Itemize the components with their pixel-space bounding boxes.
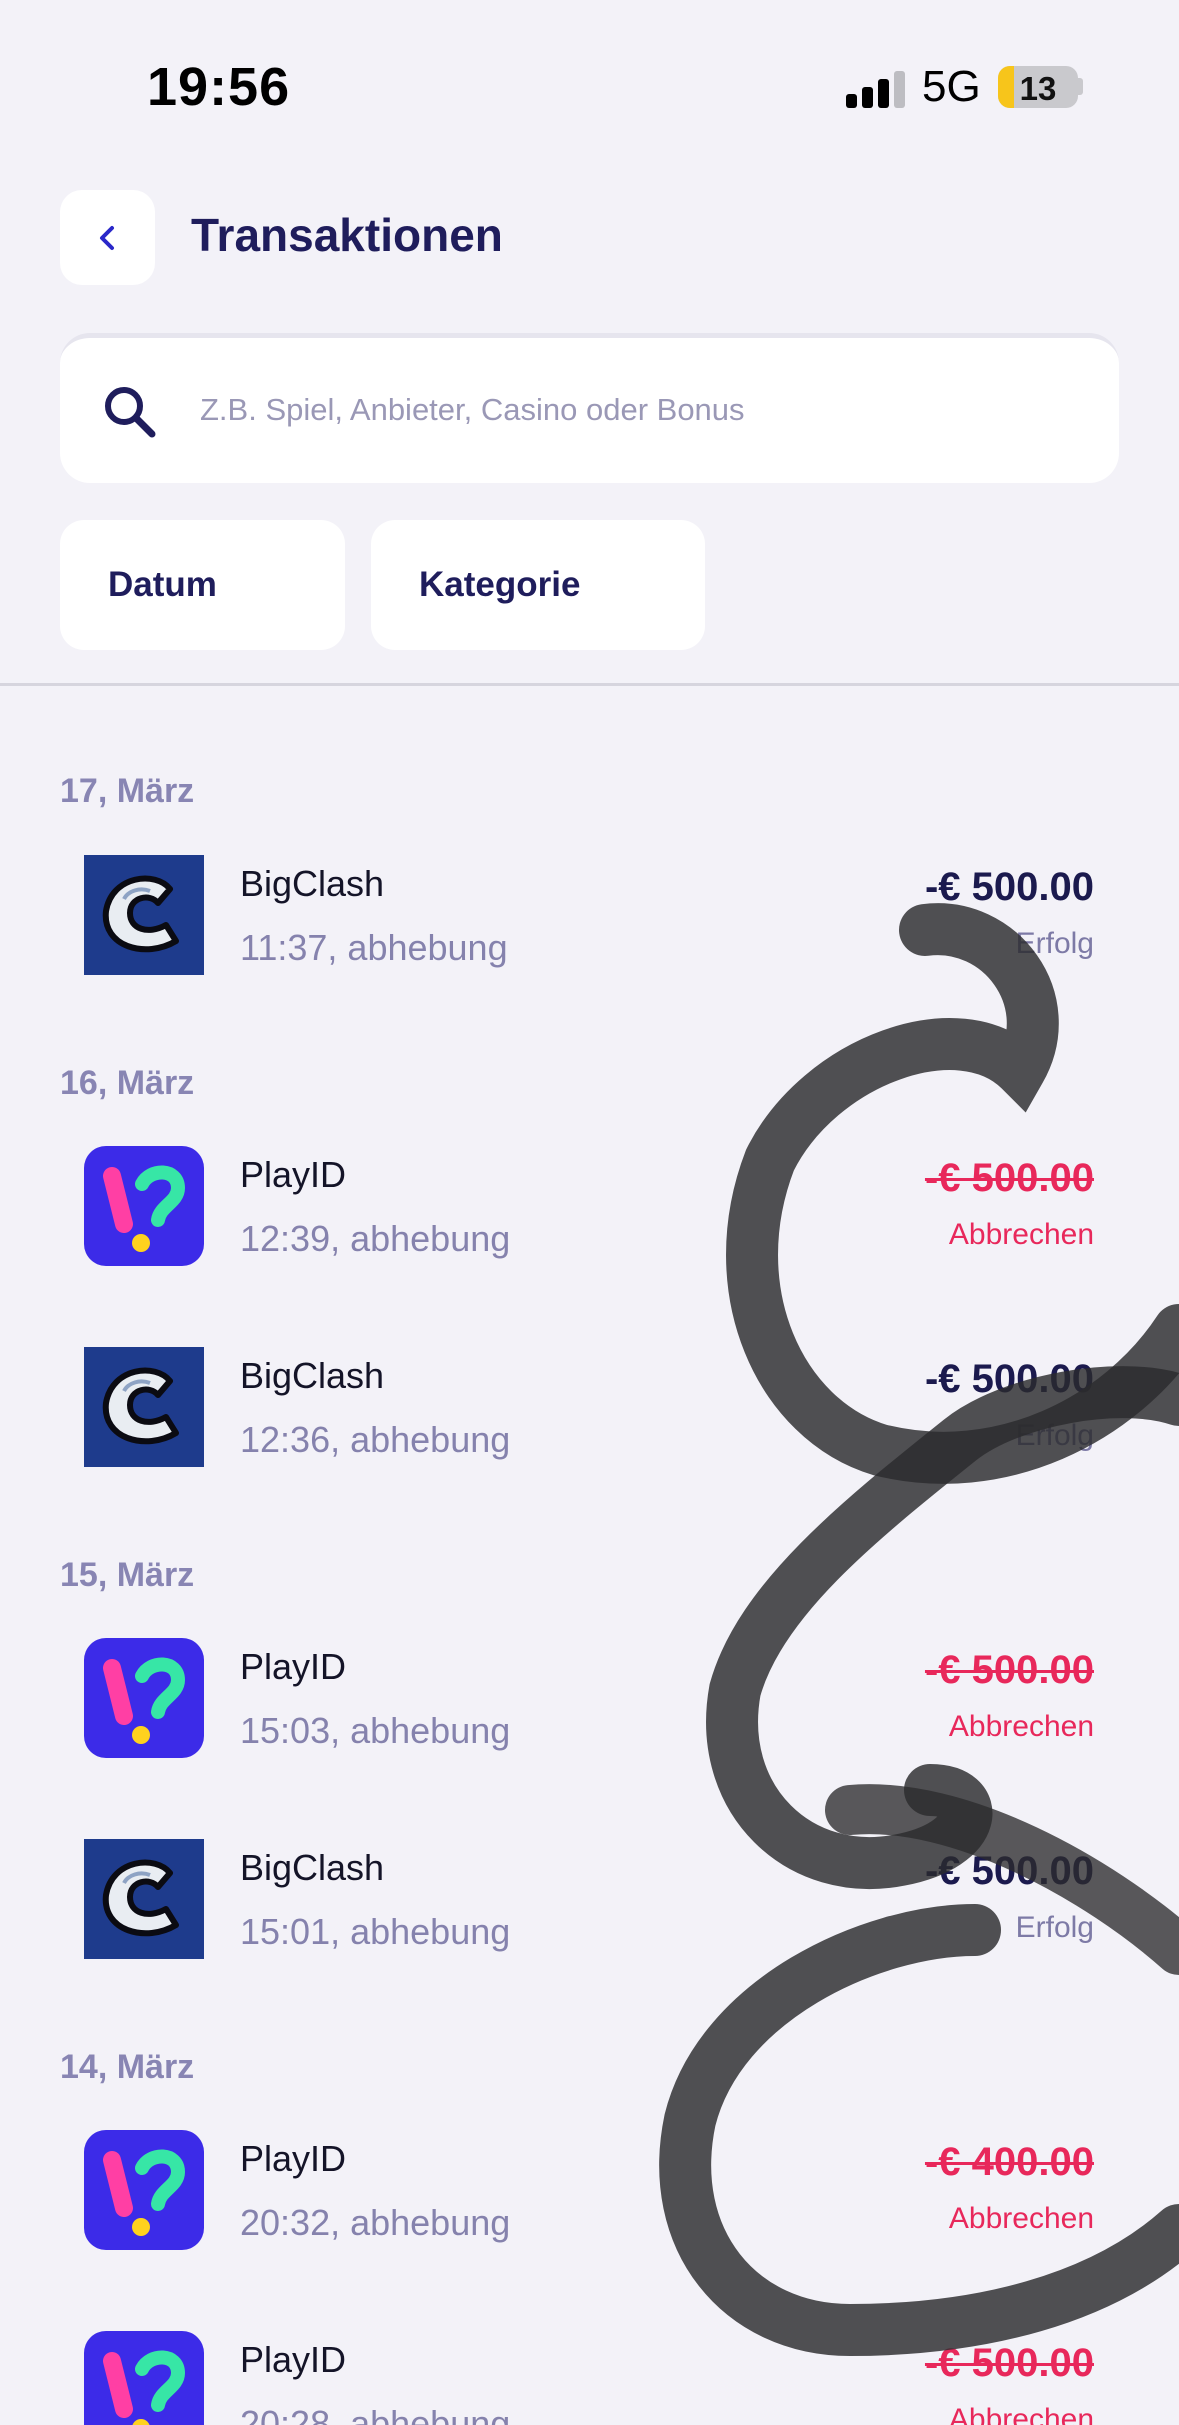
transaction-amount: -€ 500.00 bbox=[924, 1849, 1094, 1893]
transaction-status: Abbrechen bbox=[948, 1218, 1094, 1251]
transaction-time-type: 12:36, abhebung bbox=[240, 1419, 511, 1460]
transaction-row[interactable]: PlayID 20:32, abhebung -€ 400.00 Abbrech… bbox=[0, 2130, 1179, 2260]
playid-logo-icon bbox=[84, 2331, 204, 2425]
transaction-amount: -€ 500.00 bbox=[924, 2341, 1094, 2385]
transaction-row[interactable]: BigClash 11:37, abhebung -€ 500.00 Erfol… bbox=[0, 855, 1179, 985]
transaction-row[interactable]: PlayID 12:39, abhebung -€ 500.00 Abbrech… bbox=[0, 1146, 1179, 1276]
battery-cap bbox=[1078, 78, 1083, 95]
status-time: 19:56 bbox=[147, 57, 291, 117]
transaction-time-type: 20:28, abhebung bbox=[240, 2403, 511, 2425]
transaction-row[interactable]: PlayID 15:03, abhebung -€ 500.00 Abbrech… bbox=[0, 1638, 1179, 1768]
bigclash-logo-icon bbox=[84, 855, 204, 975]
transaction-name: PlayID bbox=[240, 1646, 347, 1687]
search-box[interactable] bbox=[60, 333, 1119, 483]
date-header: 17, März bbox=[60, 772, 195, 810]
transaction-row[interactable]: PlayID 20:28, abhebung -€ 500.00 Abbrech… bbox=[0, 2331, 1179, 2425]
transaction-amount: -€ 500.00 bbox=[924, 1357, 1094, 1401]
playid-logo-icon bbox=[84, 2130, 204, 2250]
playid-logo-icon bbox=[84, 1146, 204, 1266]
transaction-name: PlayID bbox=[240, 2339, 347, 2380]
search-input[interactable] bbox=[200, 378, 1080, 442]
transaction-time-type: 15:01, abhebung bbox=[240, 1911, 511, 1952]
playid-logo-icon bbox=[84, 1638, 204, 1758]
date-header: 15, März bbox=[60, 1556, 195, 1594]
transaction-row[interactable]: BigClash 15:01, abhebung -€ 500.00 Erfol… bbox=[0, 1839, 1179, 1969]
status-bar: 19:56 5G 13 bbox=[0, 0, 1179, 160]
transaction-status: Abbrechen bbox=[948, 2403, 1094, 2425]
filter-date-button[interactable]: Datum bbox=[60, 520, 345, 650]
transaction-time-type: 11:37, abhebung bbox=[240, 927, 508, 968]
transaction-time-type: 15:03, abhebung bbox=[240, 1710, 511, 1751]
transaction-name: BigClash bbox=[240, 1847, 385, 1888]
transaction-amount: -€ 400.00 bbox=[924, 2140, 1094, 2184]
divider bbox=[0, 683, 1179, 686]
transaction-amount: -€ 500.00 bbox=[924, 1648, 1094, 1692]
chevron-left-icon bbox=[99, 225, 114, 250]
network-type: 5G bbox=[922, 62, 981, 111]
cellular-signal-icon bbox=[846, 70, 906, 108]
transaction-name: PlayID bbox=[240, 2138, 347, 2179]
date-header: 14, März bbox=[60, 2048, 195, 2086]
transaction-name: BigClash bbox=[240, 863, 385, 904]
date-header: 16, März bbox=[60, 1064, 195, 1102]
page-title: Transaktionen bbox=[191, 209, 503, 261]
bigclash-logo-icon bbox=[84, 1839, 204, 1959]
transaction-time-type: 20:32, abhebung bbox=[240, 2202, 511, 2243]
transaction-status: Abbrechen bbox=[948, 1710, 1094, 1743]
transaction-time-type: 12:39, abhebung bbox=[240, 1218, 511, 1259]
battery-level: 13 bbox=[1019, 70, 1057, 107]
back-button[interactable] bbox=[60, 190, 155, 285]
transaction-amount: -€ 500.00 bbox=[924, 865, 1094, 909]
transaction-row[interactable]: BigClash 12:36, abhebung -€ 500.00 Erfol… bbox=[0, 1347, 1179, 1477]
transaction-status: Erfolg bbox=[1015, 1419, 1094, 1452]
transaction-name: PlayID bbox=[240, 1154, 347, 1195]
filter-category-button[interactable]: Kategorie bbox=[371, 520, 705, 650]
transaction-name: BigClash bbox=[240, 1355, 385, 1396]
battery-icon: 13 bbox=[998, 66, 1078, 108]
bigclash-logo-icon bbox=[84, 1347, 204, 1467]
transaction-status: Erfolg bbox=[1015, 927, 1094, 960]
transaction-status: Erfolg bbox=[1015, 1911, 1094, 1944]
transaction-status: Abbrechen bbox=[948, 2202, 1094, 2235]
transaction-amount: -€ 500.00 bbox=[924, 1156, 1094, 1200]
search-icon bbox=[105, 387, 156, 438]
transactions-screen: 19:56 5G 13 Transaktionen Datum Kategori… bbox=[0, 0, 1179, 2425]
